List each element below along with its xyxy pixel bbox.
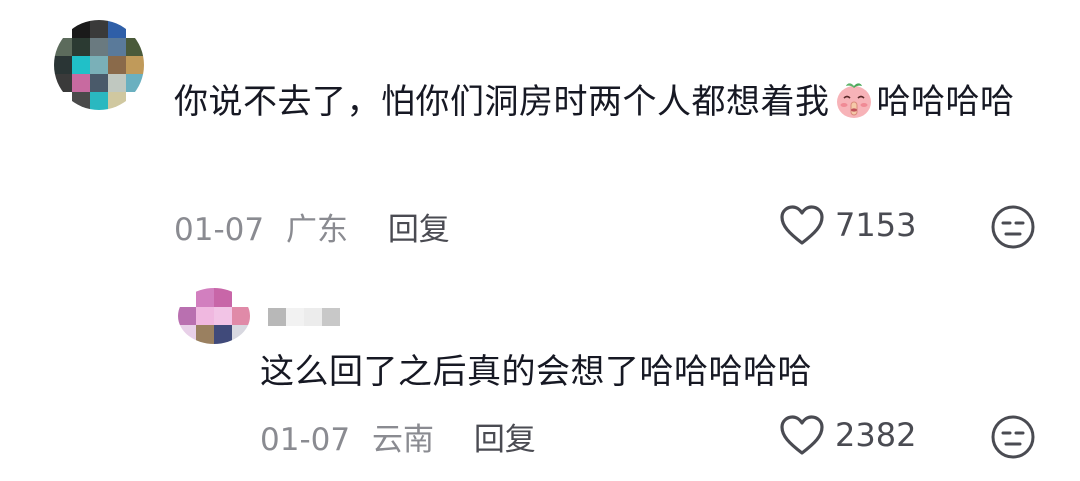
- comment-text: 你说不去了，怕你们洞房时两个人都想着我 哈哈哈哈: [174, 73, 1034, 131]
- reply-location: 云南: [371, 422, 434, 458]
- comment-location: 广东: [285, 212, 348, 248]
- reply-button[interactable]: 回复: [474, 422, 536, 458]
- reply-date: 01-07: [260, 422, 351, 458]
- like-count: 2382: [835, 416, 917, 454]
- shushing-peach-emoji-icon: [836, 83, 871, 118]
- comment-meta: 01-07 广东 回复: [174, 204, 450, 249]
- comment-date: 01-07: [174, 212, 265, 248]
- dislike-face-icon[interactable]: [990, 204, 1036, 250]
- reply-meta: 01-07 云南 回复: [260, 414, 536, 459]
- avatar[interactable]: [178, 288, 250, 344]
- reply-button[interactable]: 回复: [388, 212, 450, 248]
- avatar[interactable]: [54, 20, 144, 110]
- like-button[interactable]: 7153: [779, 204, 916, 246]
- comment-text-part1: 你说不去了，怕你们洞房时两个人都想着我: [174, 82, 830, 122]
- like-count: 7153: [835, 206, 917, 244]
- heart-icon: [780, 415, 824, 455]
- comment-text-part2: 哈哈哈哈: [876, 82, 1015, 122]
- dislike-face-icon[interactable]: [990, 414, 1036, 460]
- reply-text: 这么回了之后真的会想了哈哈哈哈哈: [260, 352, 812, 392]
- username-blurred[interactable]: [268, 308, 340, 326]
- heart-icon: [780, 205, 824, 245]
- like-button[interactable]: 2382: [779, 414, 916, 456]
